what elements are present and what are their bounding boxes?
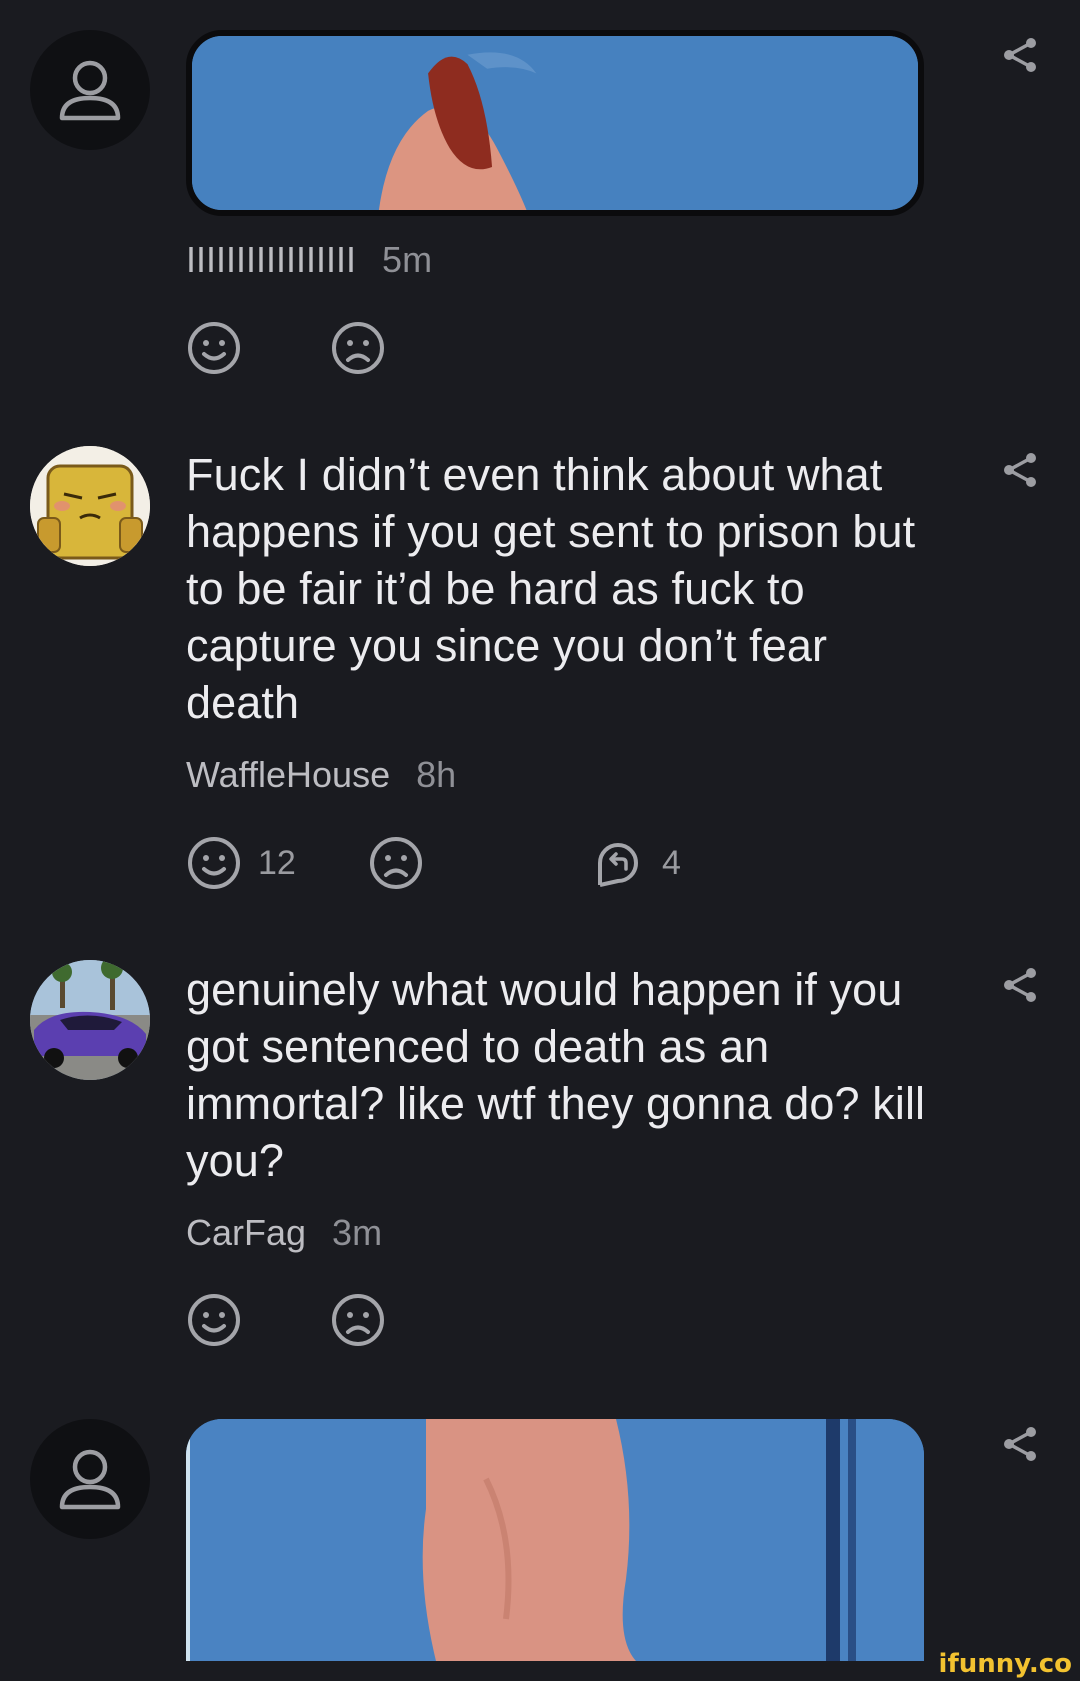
ifunny-watermark: ifunny.co [938,1649,1072,1679]
username[interactable]: WaffleHouse [186,754,390,795]
timestamp: 3m [332,1212,383,1253]
comment-image[interactable] [186,1419,924,1661]
share-icon [1004,968,1036,1002]
comment-actions [186,1292,886,1348]
image-content [192,36,918,210]
image-content [186,1419,924,1661]
share-button[interactable] [1000,450,1040,490]
timestamp: 5m [382,239,433,280]
username[interactable]: CarFag [186,1212,306,1253]
smile-button[interactable] [186,320,242,376]
comment-text: genuinely what would happen if you got s… [186,964,926,1186]
smile-count: 12 [258,843,296,882]
purple-car-avatar [30,960,150,1080]
unsmile-button[interactable] [368,835,424,891]
comment-actions: 12 4 [186,835,886,891]
avatar[interactable] [30,960,150,1080]
frown-icon [332,1294,384,1346]
comment-meta: WaffleHouse 8h [186,755,456,795]
default-user-icon [59,60,121,121]
comment-meta: CarFag 3m [186,1213,382,1253]
comment-image[interactable] [186,30,924,216]
default-user-icon [59,1449,121,1510]
reply-count: 4 [662,843,681,882]
comment-actions [186,320,886,376]
smile-button[interactable]: 12 [186,835,296,891]
unsmile-button[interactable] [330,320,386,376]
timestamp: 8h [416,754,457,795]
smile-icon [188,837,240,889]
frown-icon [370,837,422,889]
share-button[interactable] [1000,1424,1040,1464]
avatar[interactable] [30,30,150,150]
waffle-character-avatar [30,446,150,566]
comment-text: Fuck I didn’t even think about what happ… [186,449,916,728]
share-button[interactable] [1000,35,1040,75]
comment-meta: IIIIIIIIIIIIIIIII 5m [186,240,432,280]
reply-button[interactable]: 4 [590,835,681,891]
smile-icon [188,322,240,374]
smile-icon [188,1294,240,1346]
reply-icon [598,843,638,887]
share-icon [1004,1427,1036,1461]
avatar[interactable] [30,1419,150,1539]
avatar[interactable] [30,446,150,566]
unsmile-button[interactable] [330,1292,386,1348]
frown-icon [332,322,384,374]
share-icon [1004,38,1036,72]
smile-button[interactable] [186,1292,242,1348]
share-button[interactable] [1000,965,1040,1005]
username[interactable]: IIIIIIIIIIIIIIIII [186,239,356,280]
share-icon [1004,453,1036,487]
